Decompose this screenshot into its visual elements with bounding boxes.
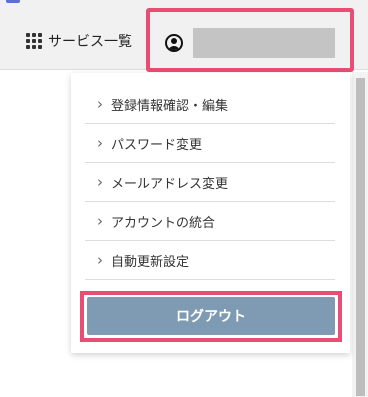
menu-item-label: メールアドレス変更: [111, 176, 229, 192]
grid-dots-icon: [26, 33, 42, 49]
page-scrollbar-thumb[interactable]: [356, 78, 365, 396]
menu-item-change-email[interactable]: › メールアドレス変更: [85, 163, 335, 202]
account-menu-list: › 登録情報確認・編集 › パスワード変更 › メールアドレス変更 › アカウン…: [85, 85, 335, 280]
page-scrollbar[interactable]: [352, 72, 368, 397]
services-menu-button[interactable]: サービス一覧: [26, 30, 132, 52]
chevron-right-icon: ›: [97, 94, 103, 113]
account-highlight-box: [146, 8, 354, 72]
menu-item-account-info[interactable]: › 登録情報確認・編集: [85, 85, 335, 124]
chevron-right-icon: ›: [97, 250, 103, 269]
menu-item-merge-accounts[interactable]: › アカウントの統合: [85, 202, 335, 241]
menu-item-auto-renewal[interactable]: › 自動更新設定: [85, 241, 335, 280]
services-menu-label: サービス一覧: [48, 34, 132, 50]
menu-item-label: アカウントの統合: [111, 215, 216, 231]
menu-item-label: 自動更新設定: [111, 254, 190, 270]
menu-item-label: パスワード変更: [111, 137, 203, 153]
chevron-right-icon: ›: [97, 172, 103, 191]
top-accent-mark: [6, 0, 20, 3]
chevron-right-icon: ›: [97, 133, 103, 152]
logout-button[interactable]: ログアウト: [87, 297, 335, 335]
chevron-right-icon: ›: [97, 211, 103, 230]
menu-item-label: 登録情報確認・編集: [111, 98, 229, 114]
menu-item-change-password[interactable]: › パスワード変更: [85, 124, 335, 163]
